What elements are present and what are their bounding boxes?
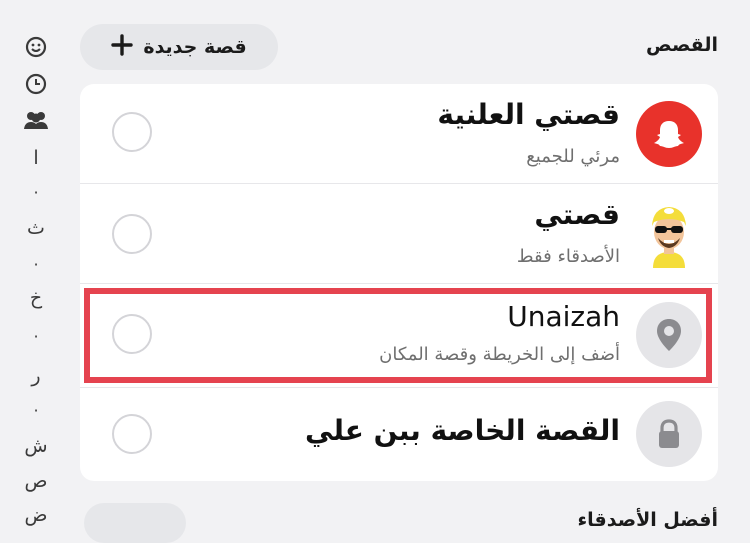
new-story-button[interactable]: قصة جديدة xyxy=(80,24,278,70)
lock-icon xyxy=(636,401,702,467)
story-row-place[interactable]: Unaizah أضف إلى الخريطة وقصة المكان xyxy=(80,284,718,388)
story-title: القصة الخاصة ببن علي xyxy=(305,414,620,447)
index-letter[interactable]: ث xyxy=(20,216,52,240)
story-title: قصتي العلنية xyxy=(437,98,620,131)
bitmoji-avatar xyxy=(636,198,702,270)
story-row-private[interactable]: القصة الخاصة ببن علي xyxy=(80,388,718,481)
section-title: القصص xyxy=(646,34,718,56)
new-story-label: قصة جديدة xyxy=(143,36,247,58)
snapchat-ghost-icon xyxy=(636,101,702,167)
select-radio[interactable] xyxy=(112,414,152,454)
index-letter[interactable]: ا xyxy=(20,146,52,170)
index-separator: · xyxy=(33,255,39,274)
index-letter[interactable]: خ xyxy=(20,286,52,310)
story-list: قصتي العلنية مرئي للجميع قصتي الأصدقاء ف… xyxy=(80,84,718,481)
story-subtitle: أضف إلى الخريطة وقصة المكان xyxy=(379,344,620,365)
select-radio[interactable] xyxy=(112,214,152,254)
select-radio[interactable] xyxy=(112,314,152,354)
plus-icon xyxy=(111,34,134,60)
index-letter[interactable]: ر xyxy=(20,364,52,388)
location-pin-icon xyxy=(636,302,702,368)
index-letter[interactable]: ص xyxy=(20,469,52,493)
next-section-button[interactable] xyxy=(84,503,186,543)
story-subtitle: الأصدقاء فقط xyxy=(516,246,620,267)
index-separator: · xyxy=(33,401,39,420)
index-letter[interactable]: ض xyxy=(20,503,52,527)
group-icon[interactable] xyxy=(20,109,52,131)
story-title: Unaizah xyxy=(507,300,620,333)
clock-icon[interactable] xyxy=(20,73,52,95)
index-separator: · xyxy=(33,327,39,346)
index-separator: · xyxy=(33,183,39,202)
story-title: قصتي xyxy=(534,198,620,231)
story-row-public[interactable]: قصتي العلنية مرئي للجميع xyxy=(80,84,718,184)
story-subtitle: مرئي للجميع xyxy=(526,146,620,167)
smiley-icon[interactable] xyxy=(20,36,52,58)
index-letter[interactable]: ش xyxy=(20,434,52,458)
next-section-title: أفضل الأصدقاء xyxy=(577,509,718,531)
select-radio[interactable] xyxy=(112,112,152,152)
story-row-my-story[interactable]: قصتي الأصدقاء فقط xyxy=(80,184,718,284)
